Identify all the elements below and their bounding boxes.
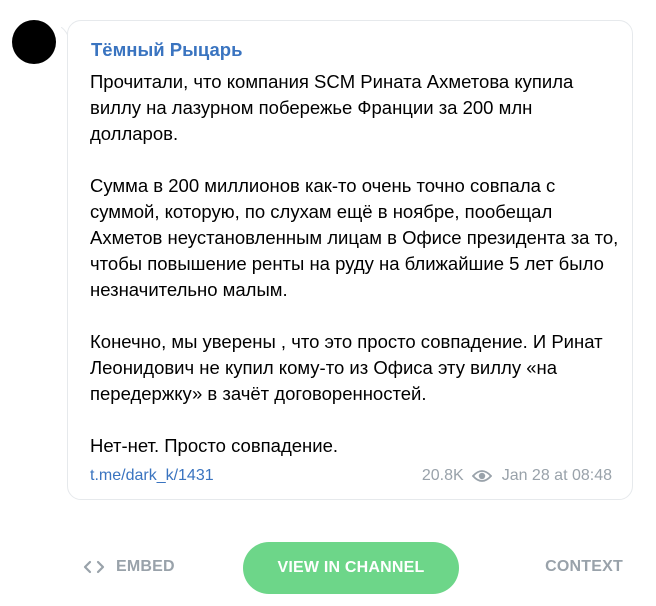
message-paragraph: Нет-нет. Просто совпадение.: [90, 435, 339, 456]
channel-avatar[interactable]: [12, 20, 56, 64]
footer-actions: EMBED VIEW IN CHANNEL CONTEXT: [0, 540, 656, 594]
message-paragraph: Прочитали, что компания SCM Рината Ахмет…: [90, 71, 574, 144]
eye-icon: [471, 469, 492, 483]
view-count: 20.8K: [421, 467, 464, 484]
context-label: CONTEXT: [545, 558, 623, 575]
message-bubble: Тёмный Рыцарь Прочитали, что компания SC…: [67, 20, 633, 500]
message-paragraph: Конечно, мы уверены , что это просто сов…: [90, 331, 603, 404]
message-text: Прочитали, что компания SCM Рината Ахмет…: [90, 69, 620, 459]
context-button[interactable]: CONTEXT: [545, 555, 623, 579]
message-meta: 20.8K Jan 28 at 08:48: [422, 466, 612, 486]
view-in-channel-button[interactable]: VIEW IN CHANNEL: [243, 542, 459, 594]
channel-name[interactable]: Тёмный Рыцарь: [91, 39, 242, 61]
message-paragraph: Сумма в 200 миллионов как-то очень точно…: [90, 175, 619, 300]
embed-button[interactable]: EMBED: [82, 555, 175, 579]
post-link[interactable]: t.me/dark_k/1431: [90, 466, 214, 486]
message-date[interactable]: Jan 28 at 08:48: [502, 467, 612, 485]
view-in-channel-label: VIEW IN CHANNEL: [277, 559, 425, 576]
code-icon: [82, 559, 106, 575]
embed-label: EMBED: [116, 558, 175, 575]
